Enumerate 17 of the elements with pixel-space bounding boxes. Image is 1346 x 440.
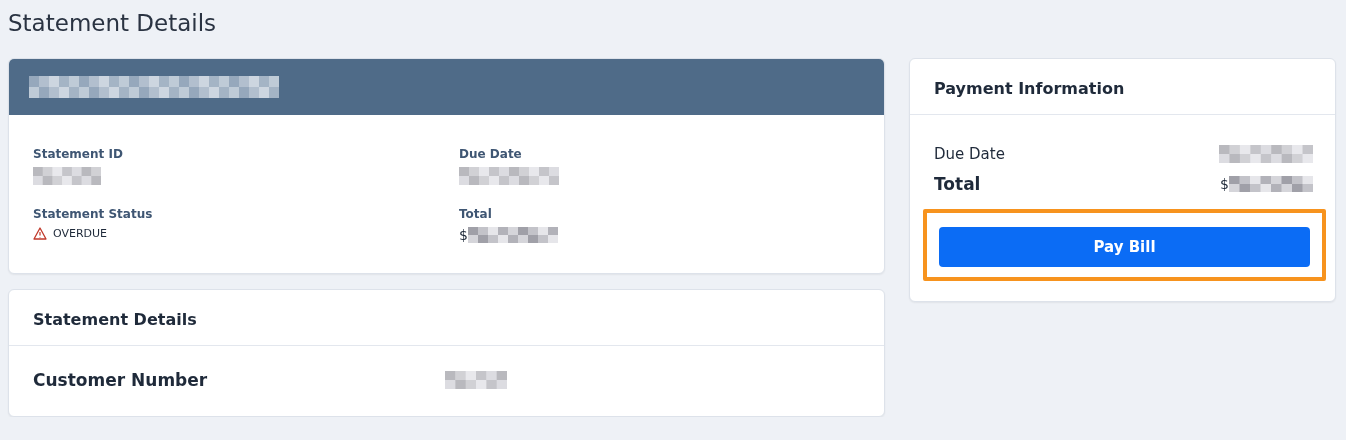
field-label: Statement ID: [33, 147, 124, 161]
warning-icon: [33, 227, 47, 240]
field-label: Statement Status: [33, 207, 154, 221]
field-label: Total: [934, 174, 981, 194]
redacted-text: [33, 167, 101, 185]
card-title: Payment Information: [910, 59, 1335, 115]
field-label: Due Date: [934, 145, 1005, 163]
field-label: Customer Number: [33, 370, 209, 390]
status-text: OVERDUE: [53, 227, 108, 240]
redacted-text: [445, 371, 507, 389]
currency-sign: $: [459, 227, 468, 243]
page-title: Statement Details: [8, 10, 218, 38]
pay-bill-button[interactable]: Pay Bill: [939, 227, 1310, 267]
field-label: Total: [459, 207, 493, 221]
card-title: Statement Details: [9, 290, 884, 346]
field-label: Due Date: [459, 147, 523, 161]
currency-sign: $: [1220, 176, 1229, 192]
